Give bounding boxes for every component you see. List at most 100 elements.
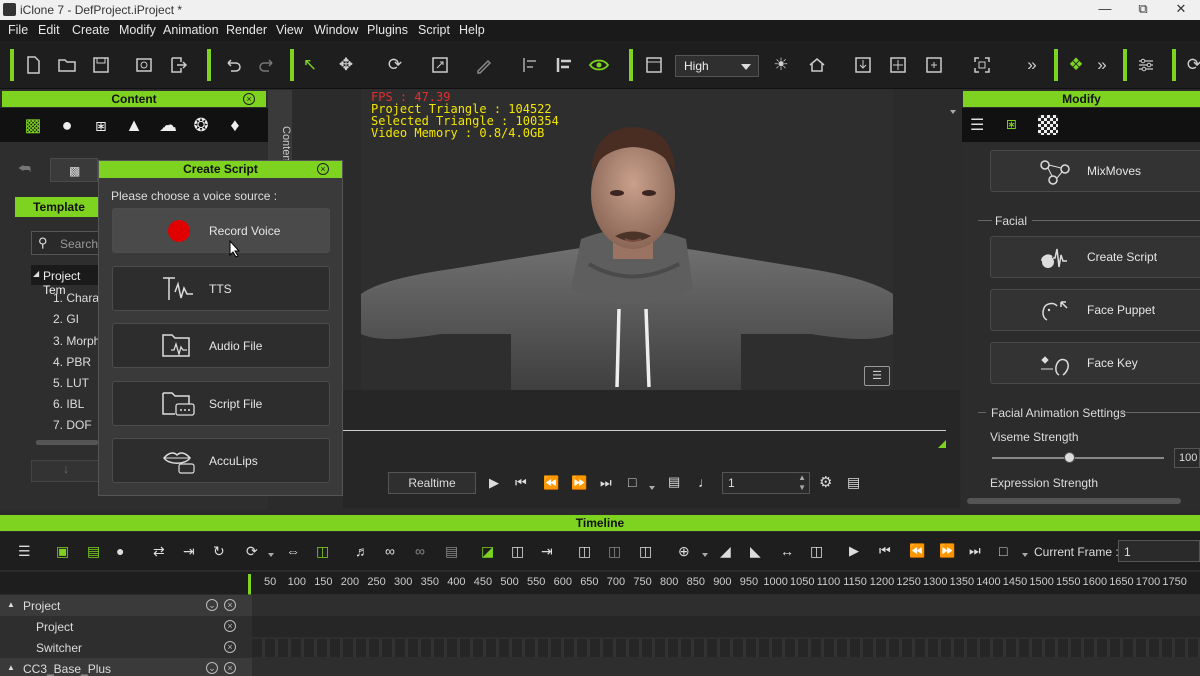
skip-end-icon[interactable]: ⏭ <box>600 475 612 491</box>
new-file-icon[interactable] <box>21 53 45 77</box>
add-key-icon[interactable]: ▣ <box>56 543 69 560</box>
audio-file-button[interactable]: Audio File <box>112 323 330 368</box>
drop-to-floor-icon[interactable] <box>851 53 875 77</box>
subtitle-icon[interactable]: ▤ <box>668 474 680 490</box>
play-icon[interactable]: ▶ <box>849 543 859 559</box>
mixmoves-button[interactable]: MixMoves <box>990 150 1200 192</box>
loop-icon[interactable]: □ <box>628 474 636 490</box>
preview-icon[interactable] <box>132 53 156 77</box>
link-icon[interactable]: ∞ <box>385 543 395 559</box>
timeline-ruler[interactable]: 50 100 150 200 250 300 350 400 450 500 550 600 650 70… <box>248 572 1200 594</box>
chevron-down-icon[interactable] <box>649 486 655 490</box>
menu-modify[interactable]: Modify <box>119 23 156 37</box>
menu-animation[interactable]: Animation <box>163 23 219 37</box>
skip-start-icon[interactable]: ⏮ <box>879 543 891 559</box>
reset-icon[interactable]: ⟳ <box>246 543 258 560</box>
folder-icon[interactable]: ▩ <box>22 114 44 136</box>
tree-item[interactable]: 7. DOF <box>53 418 92 432</box>
settings-sliders-icon[interactable]: ☰ <box>970 115 984 135</box>
close-button[interactable]: ✕ <box>1166 1 1196 19</box>
export-range-icon[interactable]: ◫ <box>810 543 823 560</box>
expand-triangle-icon[interactable]: ▲ <box>7 600 15 609</box>
menu-view[interactable]: View <box>276 23 303 37</box>
rotate-icon[interactable]: ⟳ <box>383 53 407 77</box>
maximize-button[interactable]: ⧉ <box>1128 1 1158 19</box>
frame-input[interactable]: 1 ▲ ▼ <box>722 472 810 494</box>
expand-triangle-icon[interactable]: ▲ <box>7 663 15 672</box>
menu-edit[interactable]: Edit <box>38 23 60 37</box>
playhead[interactable] <box>248 574 251 594</box>
motion-layer-icon[interactable]: ● <box>116 543 124 559</box>
track-row-project[interactable]: ▲ Project ⌄ × <box>0 595 1200 616</box>
tree-root[interactable]: ◢ Project Tem <box>31 265 101 297</box>
collect-clip-icon[interactable]: ▤ <box>87 543 100 560</box>
export-icon[interactable] <box>166 53 190 77</box>
chevron-down-icon[interactable] <box>1022 553 1028 557</box>
scene-image-icon[interactable]: ▲ <box>123 114 145 136</box>
fast-forward-icon[interactable]: ⏩ <box>571 475 587 491</box>
actor-icon[interactable]: ● <box>56 114 78 136</box>
content-search-input[interactable]: ⚲ Search <box>31 231 101 255</box>
fit-view-icon[interactable]: ↔ <box>780 543 794 559</box>
flip-icon[interactable]: ⇄ <box>153 543 165 560</box>
menu-render[interactable]: Render <box>226 23 267 37</box>
comment-icon[interactable]: ☰ <box>864 366 890 386</box>
music-note-icon[interactable]: ♩ <box>698 474 712 490</box>
face-puppet-button[interactable]: Face Puppet <box>990 289 1200 331</box>
fast-forward-icon[interactable]: ⏩ <box>939 543 955 559</box>
menu-window[interactable]: Window <box>314 23 358 37</box>
chevron-down-icon[interactable] <box>702 553 708 557</box>
select-arrow-icon[interactable]: ↖ <box>298 53 322 77</box>
transition-icon[interactable]: ◫ <box>316 543 329 560</box>
path-breadcrumb[interactable]: ▩ <box>50 158 98 182</box>
template-tab[interactable]: Template <box>15 197 103 217</box>
chevron-down-icon[interactable] <box>268 553 274 557</box>
move-icon[interactable]: ✥ <box>334 53 358 77</box>
menu-list-icon[interactable]: ▤ <box>847 474 860 491</box>
acculips-button[interactable]: AccuLips <box>112 438 330 483</box>
script-file-button[interactable]: Script File <box>112 381 330 426</box>
fit-range-icon[interactable]: ⇥ <box>541 543 553 560</box>
more-chevron-icon[interactable]: » <box>1090 53 1114 77</box>
zoom-in-icon[interactable]: ⊕ <box>678 543 690 560</box>
remove-track-icon[interactable]: × <box>224 620 236 632</box>
sound-key-icon[interactable]: ♬ <box>355 543 369 559</box>
scale-icon[interactable] <box>428 53 452 77</box>
mini-timeline-track[interactable] <box>343 430 946 431</box>
home-camera-icon[interactable] <box>805 53 829 77</box>
track-lane[interactable] <box>252 595 1200 616</box>
remove-track-icon[interactable]: × <box>224 599 236 611</box>
insert-icon[interactable]: ⇥ <box>183 543 195 560</box>
current-frame-input[interactable]: 1 <box>1118 540 1200 562</box>
layout-icon[interactable] <box>642 53 666 77</box>
horizontal-scrollbar[interactable] <box>36 440 98 445</box>
animation-run-icon[interactable]: ⧆ <box>90 114 112 136</box>
tts-button[interactable]: TTS <box>112 266 330 311</box>
3d-viewport[interactable]: FPS : 47.39 Project Triangle : 104522 Se… <box>361 89 893 390</box>
remove-track-icon[interactable]: × <box>224 662 236 674</box>
key-left-icon[interactable]: ◢ <box>720 543 731 560</box>
media-reel-icon[interactable]: ❂ <box>190 114 212 136</box>
create-script-button[interactable]: Create Script <box>990 236 1200 278</box>
menu-plugins[interactable]: Plugins <box>367 23 408 37</box>
refresh-icon[interactable]: ⟳ <box>1182 53 1200 77</box>
back-arrow-icon[interactable]: ⮪ <box>18 160 38 178</box>
visibility-eye-icon[interactable] <box>587 53 611 77</box>
tree-item[interactable]: 5. LUT <box>53 376 89 390</box>
material-icon[interactable]: ♦ <box>224 114 246 136</box>
stepper-arrows-icon[interactable]: ▲ ▼ <box>798 473 806 493</box>
skip-start-icon[interactable]: ⏮ <box>515 475 527 491</box>
motion-pilot-icon[interactable]: ❖ <box>1064 53 1088 77</box>
key-right-icon[interactable]: ◣ <box>750 543 761 560</box>
realtime-mode-button[interactable]: Realtime <box>388 472 476 494</box>
track-row-switcher[interactable]: Switcher × <box>0 637 1200 658</box>
align-icon[interactable] <box>518 53 542 77</box>
animation-run-icon[interactable]: ⧆ <box>1006 114 1017 134</box>
viseme-strength-input[interactable]: 100 <box>1174 448 1200 468</box>
minimize-button[interactable]: — <box>1090 1 1120 19</box>
tree-item[interactable]: 3. Morph <box>53 334 100 348</box>
collapse-icon[interactable]: ⌄ <box>206 599 218 611</box>
save-icon[interactable] <box>89 53 113 77</box>
mirror-icon[interactable]: ⇔ <box>286 543 300 559</box>
dialog-close-icon[interactable]: × <box>317 163 329 175</box>
